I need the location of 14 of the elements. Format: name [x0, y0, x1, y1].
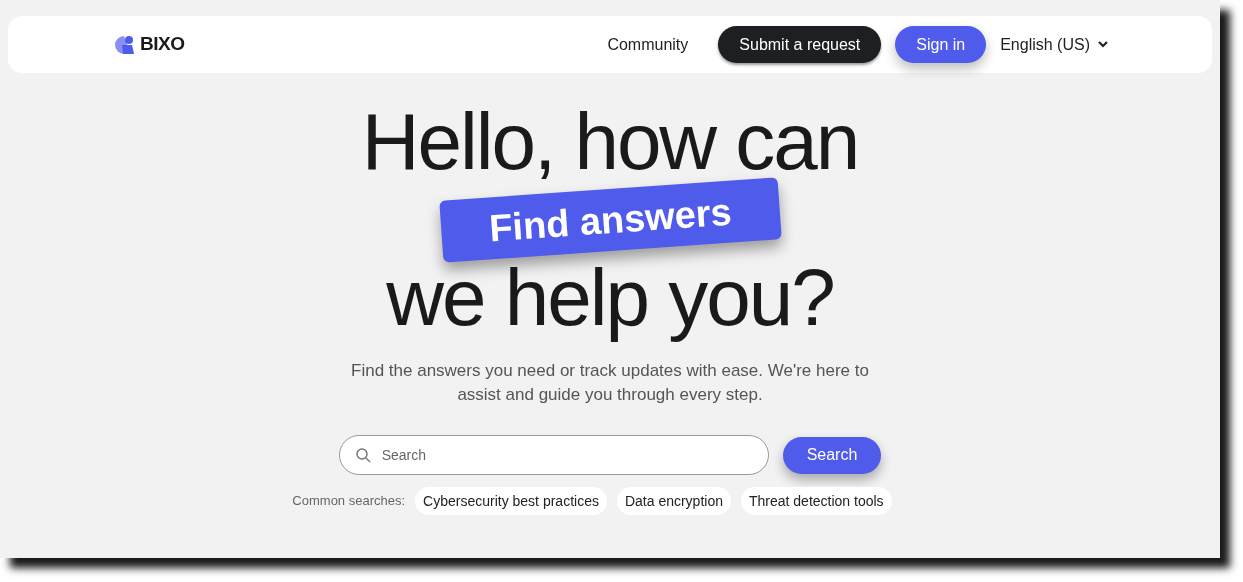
- search-suggestion-chip[interactable]: Threat detection tools: [741, 487, 892, 515]
- hero-subtitle: Find the answers you need or track updates with ease. We're here to assist and guide you through every step.: [350, 360, 870, 406]
- common-searches-label: Common searches:: [292, 492, 406, 511]
- nav-button[interactable]: Sign in: [895, 26, 987, 63]
- logo-text: BIXO: [140, 32, 185, 57]
- nav-button[interactable]: Submit a request: [718, 26, 882, 63]
- search-suggestion-chip[interactable]: Cybersecurity best practices: [415, 487, 607, 515]
- logo-icon: [114, 34, 136, 55]
- language-selector[interactable]: English (US): [1000, 32, 1108, 57]
- search-button[interactable]: Search: [782, 436, 882, 474]
- nav-link[interactable]: Community: [603, 32, 693, 57]
- search-field[interactable]: Search: [338, 435, 769, 475]
- chevron-down-icon: [1098, 41, 1108, 48]
- search-suggestion-chip[interactable]: Data encryption: [616, 487, 731, 515]
